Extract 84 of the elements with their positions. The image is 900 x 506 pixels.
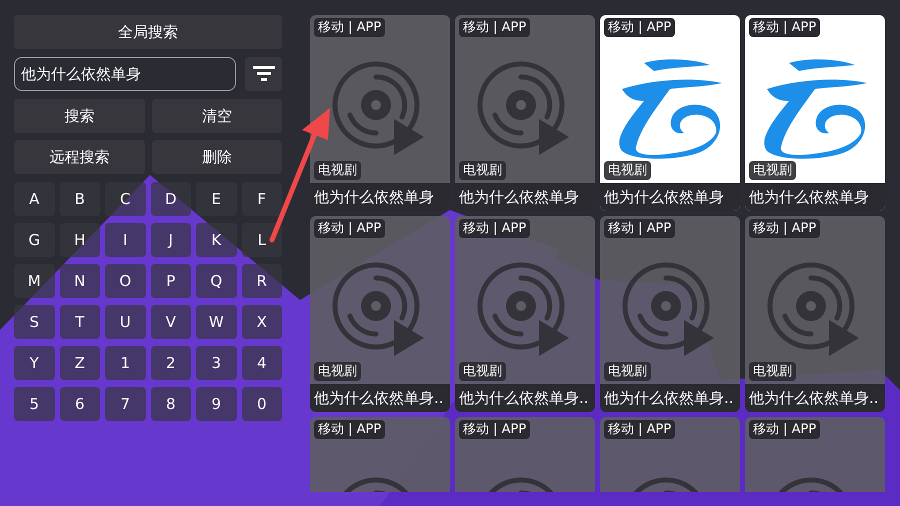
keyboard-key[interactable]: Q: [196, 264, 236, 298]
keyboard-key[interactable]: F: [242, 182, 282, 216]
keyboard-key[interactable]: D: [150, 182, 191, 216]
result-title: 他为什么依然单身: [745, 183, 885, 211]
keyboard-key[interactable]: P: [150, 264, 191, 298]
category-tag: 电视剧: [459, 362, 506, 381]
keyboard-key[interactable]: Z: [60, 346, 100, 380]
source-tag: 移动 | APP: [459, 420, 530, 439]
keyboard-key[interactable]: O: [105, 264, 146, 298]
search-input-field[interactable]: 他为什么依然单身: [14, 57, 236, 91]
result-card[interactable]: 移动 | APP: [600, 417, 740, 492]
keyboard-key[interactable]: 8: [150, 387, 191, 421]
source-tag: 移动 | APP: [749, 219, 820, 238]
result-card[interactable]: 移动 | APP 电视剧 他为什么依然单身..: [310, 216, 450, 412]
keyboard-key[interactable]: T: [60, 305, 100, 339]
result-card[interactable]: 移动 | APP 电视剧 他为什么依然单身..: [455, 216, 595, 412]
result-card[interactable]: 移动 | APP 电视剧 他为什么依然单身: [310, 15, 450, 211]
keyboard-key[interactable]: 6: [60, 387, 100, 421]
source-tag: 移动 | APP: [459, 18, 530, 37]
keyboard-key[interactable]: 1: [105, 346, 146, 380]
action-button[interactable]: 远程搜索: [14, 140, 144, 174]
source-tag: 移动 | APP: [749, 420, 820, 439]
filter-icon: [252, 66, 274, 82]
keyboard-key[interactable]: U: [105, 305, 146, 339]
result-title: 他为什么依然单身: [310, 183, 450, 211]
keyboard-key[interactable]: C: [105, 182, 146, 216]
keyboard-key[interactable]: R: [242, 264, 282, 298]
keyboard-key[interactable]: K: [196, 223, 236, 257]
source-tag: 移动 | APP: [749, 18, 820, 37]
keyboard-key[interactable]: X: [242, 305, 282, 339]
category-tag: 电视剧: [459, 161, 506, 180]
category-tag: 电视剧: [314, 161, 361, 180]
keyboard-key[interactable]: H: [60, 223, 100, 257]
global-search-button[interactable]: 全局搜索: [14, 15, 282, 49]
category-tag: 电视剧: [604, 362, 651, 381]
keyboard-key[interactable]: M: [14, 264, 54, 298]
result-card[interactable]: 移动 | APP: [455, 417, 595, 492]
result-title: 他为什么依然单身: [455, 183, 595, 211]
category-tag: 电视剧: [749, 362, 796, 381]
keyboard-key[interactable]: 5: [14, 387, 54, 421]
keyboard-key[interactable]: 4: [242, 346, 282, 380]
filter-button[interactable]: [245, 57, 282, 91]
result-card[interactable]: 移动 | APP 电视剧 他为什么依然单身..: [600, 216, 740, 412]
keyboard-key[interactable]: 0: [242, 387, 282, 421]
keyboard-key[interactable]: 9: [196, 387, 236, 421]
keyboard-key[interactable]: L: [242, 223, 282, 257]
keyboard-key[interactable]: 2: [150, 346, 191, 380]
keyboard-key[interactable]: N: [60, 264, 100, 298]
source-tag: 移动 | APP: [604, 420, 676, 439]
category-tag: 电视剧: [314, 362, 361, 381]
keyboard-key[interactable]: J: [150, 223, 191, 257]
category-tag: 电视剧: [749, 161, 796, 180]
keyboard-key[interactable]: 3: [196, 346, 236, 380]
source-tag: 移动 | APP: [604, 18, 676, 37]
result-card[interactable]: 移动 | APP 电视剧 他为什么依然单身: [455, 15, 595, 211]
action-button[interactable]: 删除: [152, 140, 282, 174]
result-card[interactable]: 移动 | APP 电视剧 他为什么依然单身..: [745, 216, 885, 412]
keyboard-key[interactable]: W: [196, 305, 236, 339]
result-title: 他为什么依然单身..: [600, 384, 740, 412]
result-title: 他为什么依然单身..: [745, 384, 885, 412]
keyboard-key[interactable]: 7: [105, 387, 146, 421]
source-tag: 移动 | APP: [314, 219, 386, 238]
source-tag: 移动 | APP: [314, 18, 386, 37]
result-title: 他为什么依然单身: [600, 183, 740, 211]
result-card[interactable]: 移动 | APP: [745, 417, 885, 492]
source-tag: 移动 | APP: [459, 219, 530, 238]
result-title: 他为什么依然单身..: [455, 384, 595, 412]
action-button[interactable]: 搜索: [14, 99, 144, 133]
keyboard-key[interactable]: Y: [14, 346, 54, 380]
keyboard-key[interactable]: V: [150, 305, 191, 339]
result-card[interactable]: 移动 | APP: [310, 417, 450, 492]
category-tag: 电视剧: [604, 161, 651, 180]
keyboard-key[interactable]: S: [14, 305, 54, 339]
action-button[interactable]: 清空: [152, 99, 282, 133]
keyboard-key[interactable]: E: [196, 182, 236, 216]
result-card[interactable]: 移动 | APP 电视剧 他为什么依然单身: [745, 15, 885, 211]
keyboard-key[interactable]: G: [14, 223, 54, 257]
source-tag: 移动 | APP: [314, 420, 386, 439]
result-card[interactable]: 移动 | APP 电视剧 他为什么依然单身: [600, 15, 740, 211]
keyboard-key[interactable]: B: [60, 182, 100, 216]
keyboard-key[interactable]: A: [14, 182, 54, 216]
result-title: 他为什么依然单身..: [310, 384, 450, 412]
source-tag: 移动 | APP: [604, 219, 676, 238]
keyboard-key[interactable]: I: [105, 223, 146, 257]
